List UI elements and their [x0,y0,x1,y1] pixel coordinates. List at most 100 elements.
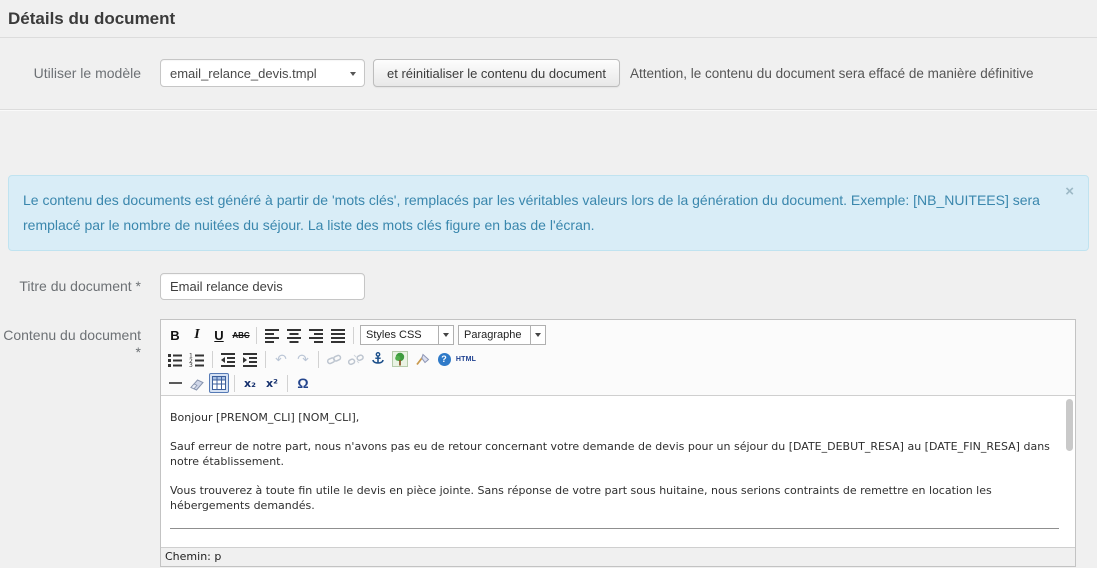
title-label: Titre du document * [0,278,160,295]
redo-icon: ↷ [297,351,309,368]
chevron-down-icon [443,333,449,337]
editor-toolbar: B I U ABC Styles CSS [161,320,1075,395]
cleanup-button[interactable] [412,349,432,369]
toolbar-separator [256,327,257,344]
broom-icon [414,351,430,367]
strikethrough-button[interactable]: ABC [231,325,251,345]
link-icon [326,351,342,367]
bold-button[interactable]: B [165,325,185,345]
reset-content-button[interactable]: et réinitialiser le contenu du document [373,59,620,87]
bullet-list-icon [167,351,183,367]
info-box: Le contenu des documents est généré à pa… [8,175,1089,251]
superscript-button[interactable]: x² [262,373,282,393]
paragraph-fr-1: Bonjour [PRENOM_CLI] [NOM_CLI], [170,410,1061,425]
insert-image-button[interactable] [390,349,410,369]
special-char-button[interactable]: Ω [293,373,313,393]
paragraph-en-1: We did not hear from you regarding the q… [170,544,1061,547]
toolbar-row-3: x₂ x² Ω [164,371,1072,395]
subscript-button[interactable]: x₂ [240,373,260,393]
superscript-icon: x² [266,377,278,390]
subscript-icon: x₂ [244,377,256,390]
horizontal-rule-button[interactable] [165,373,185,393]
redo-button[interactable]: ↷ [293,349,313,369]
align-right-icon [308,327,324,343]
remove-format-button[interactable] [187,373,207,393]
italic-button[interactable]: I [187,325,207,345]
editor-content[interactable]: Bonjour [PRENOM_CLI] [NOM_CLI], Sauf err… [161,395,1075,547]
align-right-button[interactable] [306,325,326,345]
toolbar-separator [318,351,319,368]
toolbar-separator [287,375,288,392]
svg-text:3: 3 [189,362,193,367]
horizontal-rule-icon [169,382,182,384]
align-center-icon [286,327,302,343]
table-icon [212,376,226,390]
strikethrough-icon: ABC [232,331,249,340]
anchor-button[interactable] [368,349,388,369]
bullet-list-button[interactable] [165,349,185,369]
toolbar-row-1: B I U ABC Styles CSS [164,323,1072,347]
rich-text-editor: B I U ABC Styles CSS [160,319,1076,567]
indent-button[interactable] [240,349,260,369]
align-justify-icon [330,327,346,343]
section-divider [0,109,1097,111]
page-title: Détails du document [0,0,1097,38]
chevron-down-icon [350,72,356,76]
toolbar-row-2: 123 ↶ ↷ [164,347,1072,371]
html-source-button[interactable]: HTML [456,349,476,369]
remove-link-button[interactable] [346,349,366,369]
close-icon[interactable]: × [1065,185,1074,199]
bold-icon: B [170,328,179,343]
dropdown-arrow[interactable] [438,325,454,345]
content-divider [170,528,1059,529]
insert-table-button[interactable] [209,373,229,393]
outdent-icon [220,351,236,367]
html-icon: HTML [456,356,476,363]
italic-icon: I [194,327,199,343]
anchor-icon [370,351,386,367]
undo-icon: ↶ [275,351,287,368]
styles-dropdown[interactable]: Styles CSS [360,325,454,345]
reset-warning-text: Attention, le contenu du document sera e… [630,66,1034,81]
numbered-list-icon: 123 [189,351,205,367]
numbered-list-button[interactable]: 123 [187,349,207,369]
scrollbar-thumb[interactable] [1066,399,1073,451]
undo-button[interactable]: ↶ [271,349,291,369]
align-left-button[interactable] [262,325,282,345]
template-label: Utiliser le modèle [0,65,160,82]
content-row: Contenu du document * B I U ABC [0,319,1097,567]
underline-button[interactable]: U [209,325,229,345]
styles-dropdown-value: Styles CSS [360,325,438,345]
chevron-down-icon [535,333,541,337]
outdent-button[interactable] [218,349,238,369]
paragraph-fr-2: Sauf erreur de notre part, nous n'avons … [170,439,1061,469]
toolbar-separator [353,327,354,344]
dropdown-arrow[interactable] [530,325,546,345]
insert-link-button[interactable] [324,349,344,369]
format-dropdown-value: Paragraphe [458,325,530,345]
help-icon: ? [438,353,451,366]
toolbar-separator [265,351,266,368]
image-tree-icon [392,351,408,367]
info-box-text: Le contenu des documents est généré à pa… [23,192,1040,233]
eraser-icon [189,375,205,391]
format-dropdown[interactable]: Paragraphe [458,325,546,345]
content-label: Contenu du document * [0,319,160,361]
align-left-icon [264,327,280,343]
toolbar-separator [234,375,235,392]
template-select-value: email_relance_devis.tmpl [170,66,317,81]
template-row: Utiliser le modèle email_relance_devis.t… [0,59,1097,87]
paragraph-fr-3: Vous trouverez à toute fin utile le devi… [170,483,1061,513]
omega-icon: Ω [297,375,308,391]
align-justify-button[interactable] [328,325,348,345]
align-center-button[interactable] [284,325,304,345]
help-button[interactable]: ? [434,349,454,369]
title-row: Titre du document * [0,273,1097,300]
unlink-icon [348,351,364,367]
indent-icon [242,351,258,367]
underline-icon: U [214,328,223,343]
editor-status-bar: Chemin: p [161,547,1075,566]
template-select[interactable]: email_relance_devis.tmpl [160,59,365,87]
document-title-input[interactable] [160,273,365,300]
toolbar-separator [212,351,213,368]
